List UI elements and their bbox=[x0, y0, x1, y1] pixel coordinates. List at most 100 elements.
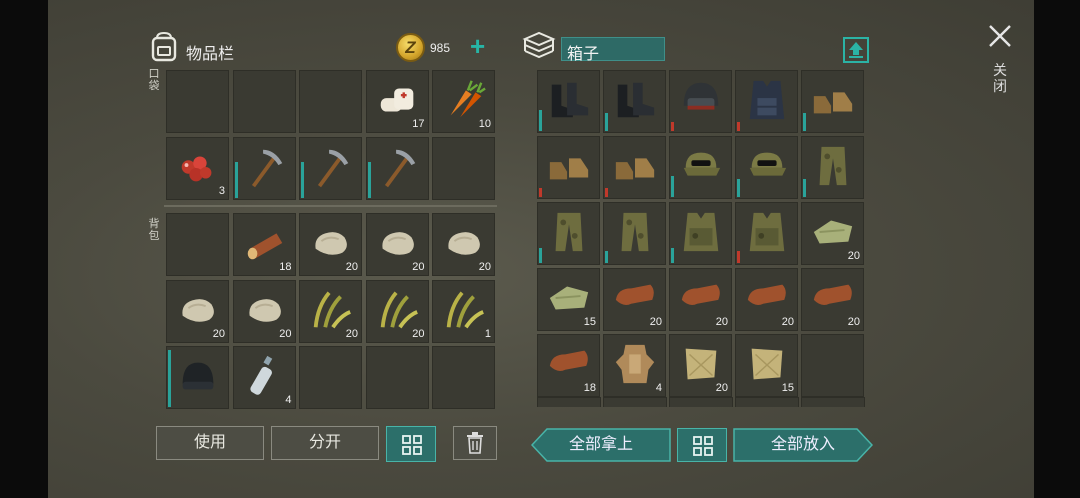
stone-icon bbox=[381, 232, 414, 255]
helmet-icon bbox=[683, 82, 719, 110]
item-count: 20 bbox=[212, 327, 225, 340]
box-slot[interactable] bbox=[603, 70, 666, 133]
backpack-slot[interactable] bbox=[365, 346, 429, 409]
box-slot[interactable]: 4 bbox=[603, 334, 666, 397]
durability-bar bbox=[168, 350, 171, 407]
pocket-slot[interactable]: 10 bbox=[432, 70, 495, 133]
backpack-slot[interactable]: 20 bbox=[166, 279, 229, 343]
durability-bar bbox=[737, 179, 740, 197]
item-count: 15 bbox=[781, 382, 794, 394]
box-slot[interactable] bbox=[801, 70, 864, 133]
item-count: 4 bbox=[285, 394, 292, 406]
trash-icon bbox=[467, 432, 483, 454]
item-count: 18 bbox=[279, 261, 292, 273]
backpack-slot[interactable]: 20 bbox=[299, 213, 362, 276]
backpack-slot[interactable]: 1 bbox=[432, 279, 495, 343]
box-slot[interactable]: 18 bbox=[537, 334, 600, 397]
use-button[interactable]: 使用 bbox=[156, 426, 264, 460]
pickaxe-icon bbox=[251, 149, 282, 187]
add-coins-button[interactable]: + bbox=[470, 33, 485, 59]
box-slot[interactable] bbox=[537, 136, 600, 199]
camo-pants-icon bbox=[555, 212, 583, 252]
box-slot[interactable]: 20 bbox=[801, 202, 864, 265]
box-slot[interactable] bbox=[669, 202, 732, 265]
burlap-icon bbox=[685, 348, 717, 380]
item-count: 20 bbox=[847, 316, 860, 328]
backpack-slot[interactable]: 20 bbox=[365, 279, 429, 343]
backpack-slot[interactable] bbox=[166, 346, 229, 409]
backpack-slot[interactable]: 20 bbox=[432, 213, 495, 276]
trash-button[interactable] bbox=[453, 426, 497, 460]
pocket-slot[interactable] bbox=[232, 70, 296, 133]
transfer-up-button[interactable] bbox=[843, 37, 869, 63]
backpack-slot[interactable]: 18 bbox=[232, 213, 296, 276]
close-label[interactable]: 关闭 bbox=[991, 62, 1009, 94]
durability-bar bbox=[539, 188, 542, 197]
pocket-slot[interactable] bbox=[432, 136, 495, 200]
box-slot[interactable] bbox=[735, 70, 798, 133]
box-slot[interactable]: 20 bbox=[669, 334, 732, 397]
inventory-title: 物品栏 bbox=[186, 46, 235, 63]
pocket-slot[interactable] bbox=[365, 136, 429, 200]
box-slot[interactable] bbox=[537, 70, 600, 133]
sort-inventory-button[interactable] bbox=[386, 426, 436, 462]
box-slot[interactable] bbox=[735, 202, 798, 265]
box-slot[interactable]: 15 bbox=[537, 268, 600, 331]
take-all-button[interactable]: 全部拿上 bbox=[531, 428, 671, 462]
beanie-icon bbox=[182, 362, 214, 390]
brown-boots-icon bbox=[813, 92, 853, 114]
box-slot[interactable] bbox=[669, 70, 732, 133]
take-all-label: 全部拿上 bbox=[568, 436, 633, 453]
plant-fiber-icon bbox=[380, 291, 418, 328]
box-slot[interactable] bbox=[735, 136, 798, 199]
pocket-slot[interactable]: 3 bbox=[166, 136, 229, 200]
backpack-slot[interactable]: 20 bbox=[365, 213, 429, 276]
stone-icon bbox=[248, 298, 281, 322]
box-slot[interactable]: 20 bbox=[801, 268, 864, 331]
durability-bar bbox=[737, 251, 740, 263]
backpack-slot[interactable] bbox=[299, 346, 362, 409]
pocket-slot[interactable] bbox=[299, 136, 362, 200]
box-slot[interactable]: 20 bbox=[603, 268, 666, 331]
pocket-slot[interactable] bbox=[299, 70, 362, 133]
pocket-slot[interactable]: 17 bbox=[365, 70, 429, 133]
backpack-slot[interactable]: 20 bbox=[299, 279, 362, 343]
camo-vest-icon bbox=[683, 212, 719, 252]
item-count: 20 bbox=[715, 316, 728, 328]
inventory-screen: 物品栏 Z 985 + 箱子 关闭 口袋 背包 17 10 3 18 20 20 20 20… bbox=[0, 0, 1080, 498]
bandage-icon bbox=[380, 88, 413, 112]
box-slot[interactable] bbox=[603, 136, 666, 199]
box-slot[interactable] bbox=[669, 136, 732, 199]
backpack-slot[interactable] bbox=[166, 213, 229, 276]
put-all-button[interactable]: 全部放入 bbox=[733, 428, 873, 462]
camo-pants-icon bbox=[621, 212, 649, 252]
box-slot[interactable] bbox=[801, 136, 864, 199]
box-slot[interactable] bbox=[801, 334, 864, 397]
pickaxe-icon bbox=[317, 149, 349, 187]
item-count: 20 bbox=[847, 250, 860, 262]
pocket-slot[interactable] bbox=[166, 70, 229, 133]
durability-bar bbox=[803, 113, 806, 131]
close-icon[interactable] bbox=[986, 22, 1014, 50]
pocket-slot[interactable] bbox=[232, 136, 296, 200]
leather-icon bbox=[681, 284, 720, 306]
item-count: 20 bbox=[345, 327, 358, 340]
item-count: 20 bbox=[412, 261, 425, 273]
backpack-slot[interactable]: 4 bbox=[232, 346, 296, 409]
box-slot[interactable] bbox=[603, 202, 666, 265]
durability-bar bbox=[539, 110, 542, 131]
durability-bar bbox=[301, 161, 304, 198]
durability-bar bbox=[605, 113, 608, 131]
box-slot[interactable]: 20 bbox=[669, 268, 732, 331]
box-slot[interactable]: 15 bbox=[735, 334, 798, 397]
box-slot[interactable]: 20 bbox=[735, 268, 798, 331]
backpack-slot[interactable] bbox=[432, 346, 495, 409]
split-button[interactable]: 分开 bbox=[271, 426, 379, 460]
backpack-slot[interactable]: 20 bbox=[232, 279, 296, 343]
coin-icon: Z bbox=[396, 33, 425, 62]
item-count: 20 bbox=[781, 316, 794, 328]
durability-bar bbox=[605, 188, 608, 197]
camo-vest-icon bbox=[749, 212, 785, 252]
sort-box-button[interactable] bbox=[677, 428, 727, 462]
box-slot[interactable] bbox=[537, 202, 600, 265]
